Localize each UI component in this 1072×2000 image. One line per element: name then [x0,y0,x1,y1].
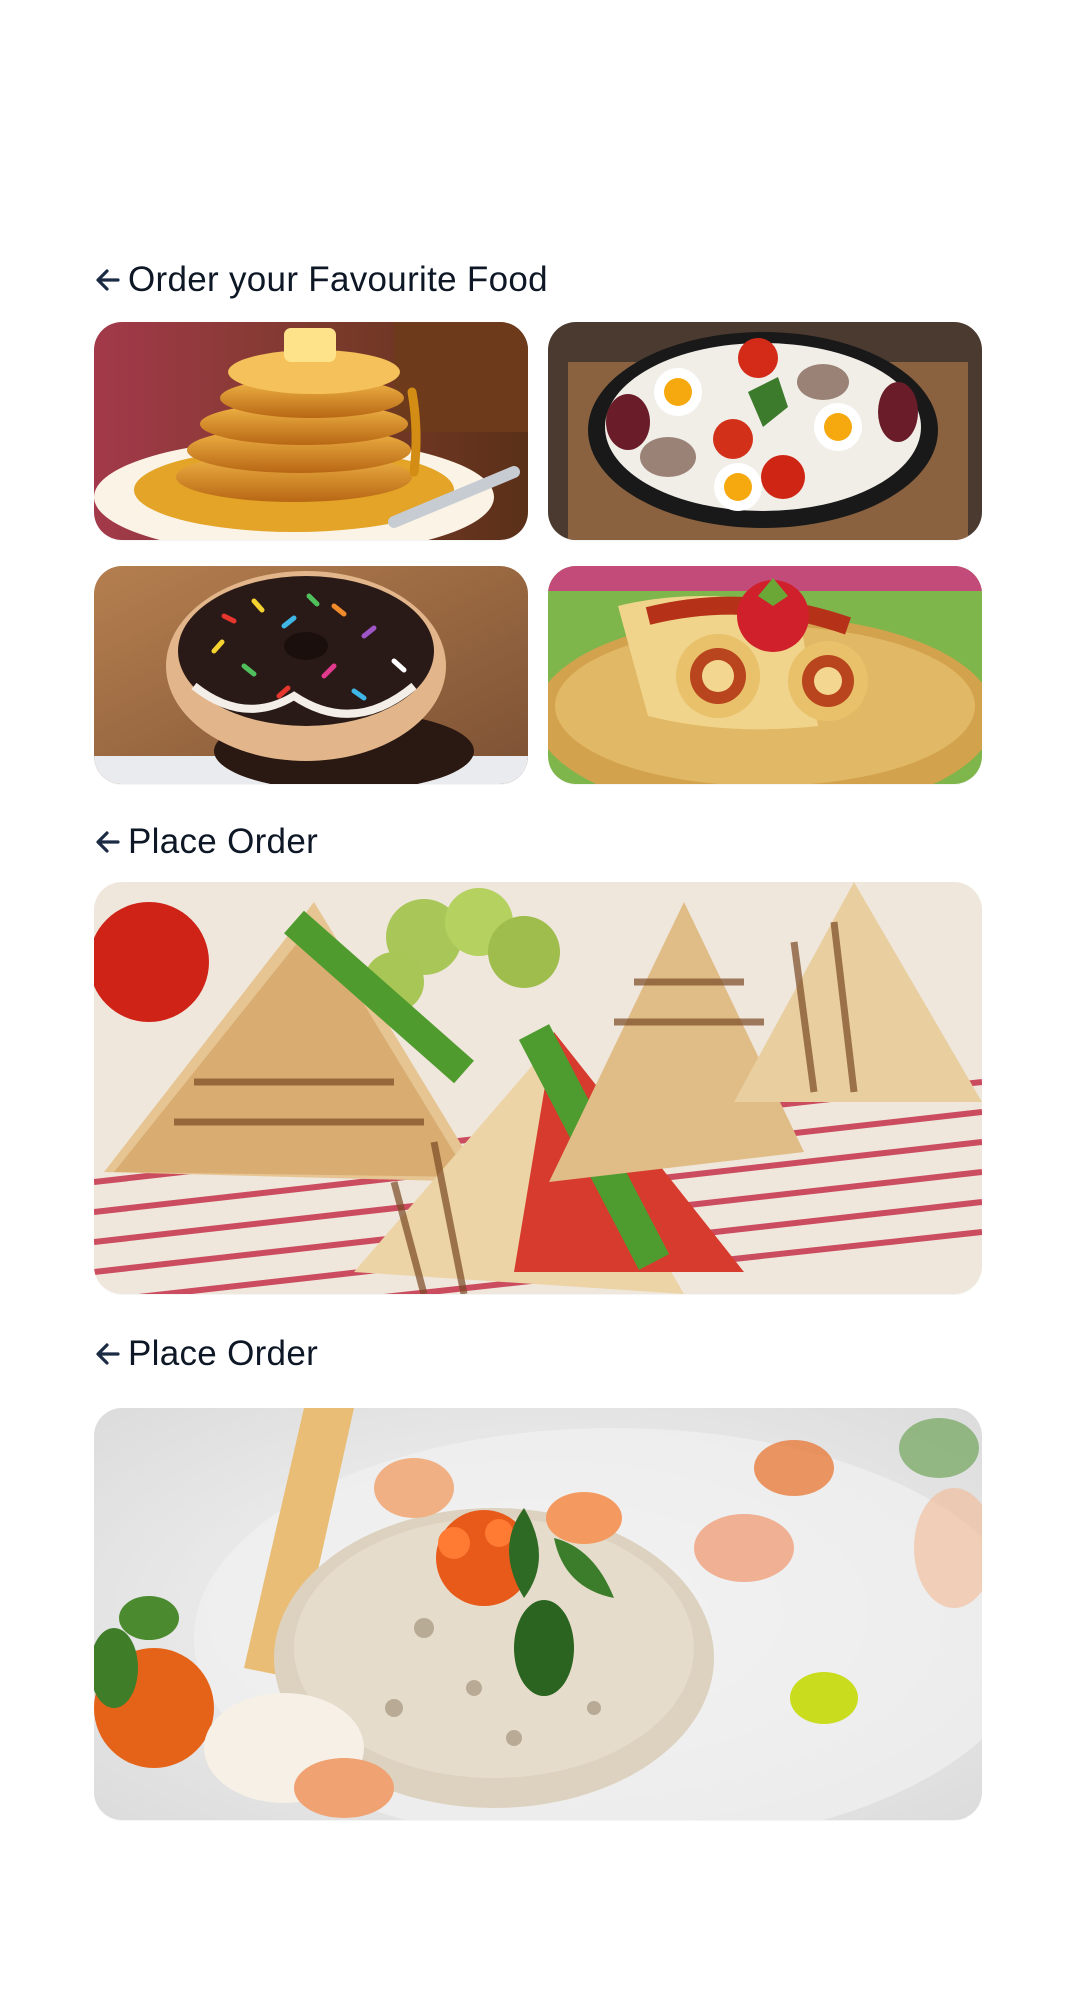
arrow-left-icon[interactable] [94,1340,122,1368]
section-header-place-order-2: Place Order [94,1330,318,1378]
food-tile-sandwich[interactable] [94,882,982,1294]
food-tile-eggs-skillet[interactable] [548,322,982,540]
arrow-left-icon[interactable] [94,828,122,856]
section-header-place-order-1: Place Order [94,818,318,866]
section-header-favourite-food: Order your Favourite Food [94,256,548,304]
food-tile-seafood[interactable] [94,1408,982,1820]
food-tile-donut[interactable] [94,566,528,784]
section-title: Order your Favourite Food [128,260,548,299]
food-tile-crepes[interactable] [548,566,982,784]
food-tile-pancakes[interactable] [94,322,528,540]
section-title: Place Order [128,1334,319,1373]
arrow-left-icon[interactable] [94,266,122,294]
section-title: Place Order [128,822,319,861]
